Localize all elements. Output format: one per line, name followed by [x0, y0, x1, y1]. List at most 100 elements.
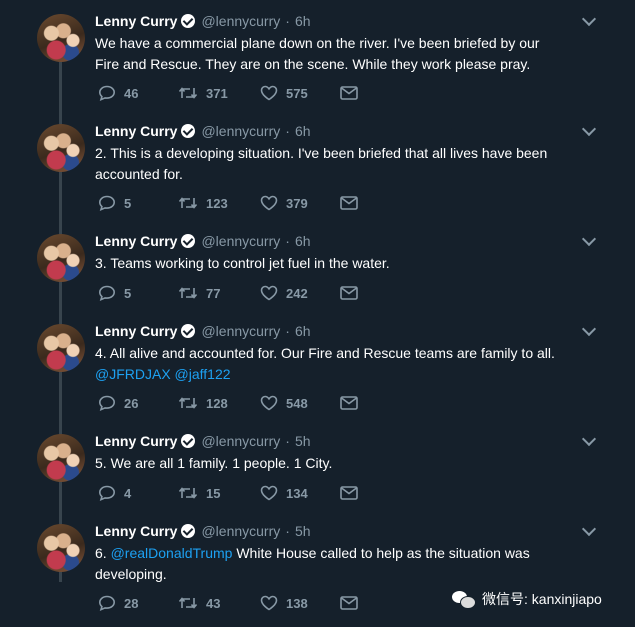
avatar[interactable] — [37, 124, 85, 172]
retweet-button[interactable]: 371 — [178, 85, 260, 101]
tweet-header: Lenny Curry @lennycurry · 6h — [95, 11, 311, 31]
tweet-actions: 26 128 548 — [98, 394, 358, 412]
retweet-icon — [178, 397, 198, 409]
verified-badge-icon — [181, 234, 196, 248]
reply-icon — [98, 85, 116, 101]
wechat-watermark: 微信号: kanxinjiapo — [452, 588, 602, 610]
like-count: 575 — [286, 85, 308, 101]
mention-link[interactable]: @JFRDJAX @jaff122 — [95, 366, 231, 382]
like-button[interactable]: 242 — [260, 285, 340, 301]
like-button[interactable]: 138 — [260, 595, 340, 611]
timestamp[interactable]: 6h — [295, 233, 311, 249]
author-name[interactable]: Lenny Curry — [95, 323, 177, 339]
author-name[interactable]: Lenny Curry — [95, 433, 177, 449]
verified-badge-icon — [181, 434, 196, 448]
tweet-header: Lenny Curry @lennycurry · 5h — [95, 431, 311, 451]
retweet-button[interactable]: 15 — [178, 485, 260, 501]
author-handle[interactable]: @lennycurry — [201, 123, 280, 139]
heart-icon — [260, 85, 278, 101]
tweet-actions: 5 77 242 — [98, 284, 358, 302]
like-button[interactable]: 575 — [260, 85, 340, 101]
reply-count: 4 — [124, 485, 132, 501]
author-handle[interactable]: @lennycurry — [201, 13, 280, 29]
retweet-button[interactable]: 123 — [178, 195, 260, 211]
chevron-down-icon[interactable] — [581, 431, 597, 447]
reply-count: 5 — [124, 195, 132, 211]
direct-message-button[interactable] — [340, 596, 358, 610]
direct-message-button[interactable] — [340, 86, 358, 100]
like-button[interactable]: 134 — [260, 485, 340, 501]
retweet-button[interactable]: 128 — [178, 395, 260, 411]
direct-message-button[interactable] — [340, 196, 358, 210]
verified-badge-icon — [181, 124, 196, 138]
avatar[interactable] — [37, 524, 85, 572]
tweet-text: 3. Teams working to control jet fuel in … — [95, 255, 390, 271]
chevron-down-icon[interactable] — [581, 121, 597, 137]
tweet-header: Lenny Curry @lennycurry · 5h — [95, 521, 311, 541]
avatar[interactable] — [37, 14, 85, 62]
tweet-actions: 46 371 575 — [98, 84, 358, 102]
reply-button[interactable]: 46 — [98, 85, 178, 101]
verified-badge-icon — [181, 524, 196, 538]
author-handle[interactable]: @lennycurry — [201, 233, 280, 249]
reply-count: 5 — [124, 285, 132, 301]
chevron-down-icon[interactable] — [581, 321, 597, 337]
like-count: 134 — [286, 485, 308, 501]
envelope-icon — [340, 196, 358, 210]
tweet-header: Lenny Curry @lennycurry · 6h — [95, 121, 311, 141]
like-count: 242 — [286, 285, 308, 301]
reply-count: 26 — [124, 395, 139, 411]
reply-button[interactable]: 5 — [98, 285, 178, 301]
retweet-button[interactable]: 43 — [178, 595, 260, 611]
timestamp[interactable]: 6h — [295, 13, 311, 29]
tweet[interactable]: Lenny Curry @lennycurry · 6h 2. This is … — [0, 110, 635, 220]
author-name[interactable]: Lenny Curry — [95, 233, 177, 249]
like-count: 138 — [286, 595, 308, 611]
author-handle[interactable]: @lennycurry — [201, 523, 280, 539]
reply-button[interactable]: 4 — [98, 485, 178, 501]
direct-message-button[interactable] — [340, 396, 358, 410]
envelope-icon — [340, 286, 358, 300]
separator: · — [285, 523, 290, 539]
reply-icon — [98, 485, 116, 501]
tweet-header: Lenny Curry @lennycurry · 6h — [95, 231, 311, 251]
like-count: 548 — [286, 395, 308, 411]
author-name[interactable]: Lenny Curry — [95, 523, 177, 539]
tweet-text: 4. All alive and accounted for. Our Fire… — [95, 345, 555, 382]
retweet-count: 128 — [206, 395, 228, 411]
like-button[interactable]: 548 — [260, 395, 340, 411]
like-button[interactable]: 379 — [260, 195, 340, 211]
mention-link[interactable]: @realDonaldTrump — [111, 545, 233, 561]
author-handle[interactable]: @lennycurry — [201, 433, 280, 449]
retweet-button[interactable]: 77 — [178, 285, 260, 301]
separator: · — [285, 123, 290, 139]
verified-badge-icon — [181, 324, 196, 338]
direct-message-button[interactable] — [340, 486, 358, 500]
author-name[interactable]: Lenny Curry — [95, 13, 177, 29]
timestamp[interactable]: 6h — [295, 323, 311, 339]
retweet-count: 371 — [206, 85, 228, 101]
reply-button[interactable]: 26 — [98, 395, 178, 411]
reply-icon — [98, 595, 116, 611]
heart-icon — [260, 195, 278, 211]
tweet-actions: 4 15 134 — [98, 484, 358, 502]
timestamp[interactable]: 5h — [295, 433, 311, 449]
reply-button[interactable]: 28 — [98, 595, 178, 611]
reply-button[interactable]: 5 — [98, 195, 178, 211]
author-handle[interactable]: @lennycurry — [201, 323, 280, 339]
direct-message-button[interactable] — [340, 286, 358, 300]
retweet-count: 123 — [206, 195, 228, 211]
tweet[interactable]: Lenny Curry @lennycurry · 6h 4. All aliv… — [0, 310, 635, 420]
reply-icon — [98, 195, 116, 211]
avatar[interactable] — [37, 434, 85, 482]
reply-count: 28 — [124, 595, 139, 611]
avatar[interactable] — [37, 234, 85, 282]
timestamp[interactable]: 6h — [295, 123, 311, 139]
avatar[interactable] — [37, 324, 85, 372]
tweet[interactable]: Lenny Curry @lennycurry · 6h We have a c… — [0, 0, 635, 110]
chevron-down-icon[interactable] — [581, 521, 597, 537]
timestamp[interactable]: 5h — [295, 523, 311, 539]
chevron-down-icon[interactable] — [581, 11, 597, 27]
chevron-down-icon[interactable] — [581, 231, 597, 247]
author-name[interactable]: Lenny Curry — [95, 123, 177, 139]
